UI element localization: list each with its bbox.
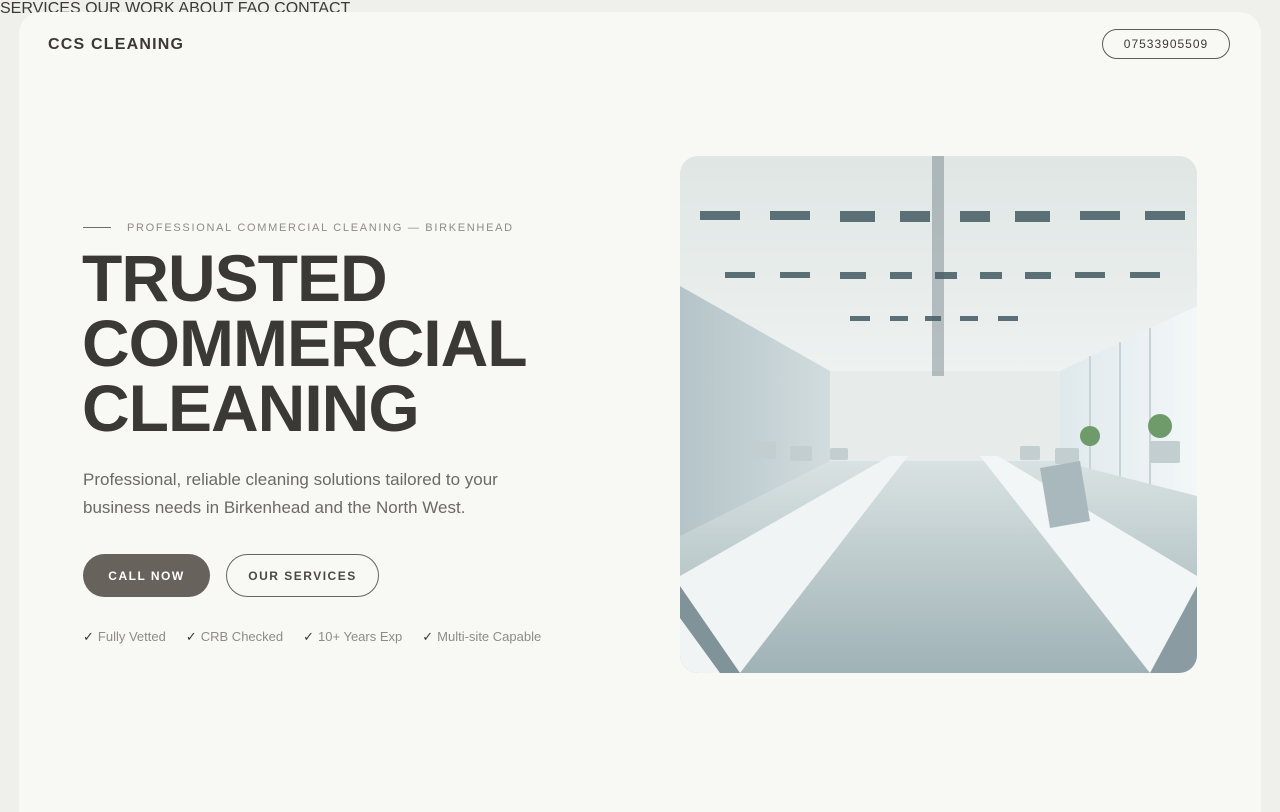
headline-line-1: TRUSTED: [82, 241, 388, 315]
check-icon: ✓: [303, 629, 315, 644]
hero-headline: TRUSTED COMMERCIAL CLEANING: [82, 241, 528, 445]
badge-years-exp: ✓ 10+ Years Exp: [303, 629, 403, 644]
check-icon: ✓: [83, 629, 94, 644]
eyebrow-divider: [83, 227, 111, 228]
badge-multi-site: ✓ Multi-site Capable: [422, 629, 542, 644]
eyebrow-text: PROFESSIONAL COMMERCIAL CLEANING — BIRKE…: [127, 222, 514, 234]
call-now-button[interactable]: CALL NOW: [83, 554, 210, 597]
headline-line-3: CLEANING: [82, 371, 420, 445]
hero-description: Professional, reliable cleaning solution…: [83, 470, 498, 517]
phone-button[interactable]: 07533905509: [1102, 29, 1230, 59]
headline-line-2: COMMERCIAL: [82, 306, 528, 380]
our-services-button[interactable]: OUR SERVICES: [226, 554, 379, 597]
brand-logo[interactable]: CCS CLEANING: [48, 36, 184, 54]
office-hero-image: [680, 156, 1197, 673]
trust-badges: ✓ Fully Vetted ✓ CRB Checked ✓ 10+ Years Ex…: [83, 629, 541, 645]
check-icon: ✓: [422, 629, 434, 644]
badge-crb-checked: ✓ CRB Checked: [185, 629, 284, 644]
check-icon: ✓: [185, 629, 197, 644]
badge-fully-vetted: ✓ Fully Vetted: [83, 629, 166, 644]
